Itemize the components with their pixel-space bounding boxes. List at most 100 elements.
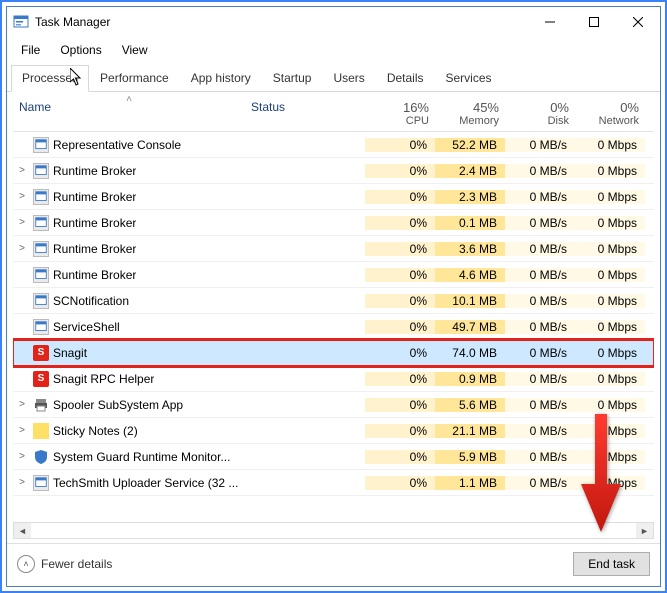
sort-indicator-icon: ˄ [126,94,132,105]
process-icon [33,449,49,465]
close-button[interactable] [616,7,660,37]
process-cpu: 0% [365,268,435,282]
col-disk[interactable]: 0% Disk [505,96,575,131]
process-disk: 0 MB/s [505,164,575,178]
process-name: System Guard Runtime Monitor... [53,450,230,464]
table-body: Representative Console0%52.2 MB0 MB/s0 M… [13,132,654,518]
process-disk: 0 MB/s [505,138,575,152]
process-network: 0 Mbps [575,424,645,438]
scroll-right-icon[interactable]: ► [636,523,653,538]
process-network: 0 Mbps [575,372,645,386]
process-memory: 0.1 MB [435,216,505,230]
process-name: Sticky Notes (2) [53,424,138,438]
tab-services[interactable]: Services [435,65,503,92]
process-memory: 74.0 MB [435,346,505,360]
expand-toggle-icon[interactable]: > [15,451,29,462]
table-row[interactable]: >Spooler SubSystem App0%5.6 MB0 MB/s0 Mb… [13,392,654,418]
tab-apphistory[interactable]: App history [180,65,262,92]
process-network: 0 Mbps [575,294,645,308]
process-network: 0 Mbps [575,398,645,412]
process-icon [33,215,49,231]
table-row[interactable]: SCNotification0%10.1 MB0 MB/s0 Mbps [13,288,654,314]
process-name: Runtime Broker [53,216,136,230]
table-row[interactable]: > Sticky Notes (2) 0%21.1 MB0 MB/s0 Mbps [13,418,654,444]
window-title: Task Manager [35,15,110,29]
end-task-button[interactable]: End task [573,552,650,576]
process-memory: 49.7 MB [435,320,505,334]
process-memory: 4.6 MB [435,268,505,282]
process-memory: 2.4 MB [435,164,505,178]
process-network: 0 Mbps [575,164,645,178]
table-row[interactable]: >System Guard Runtime Monitor...0%5.9 MB… [13,444,654,470]
expand-toggle-icon[interactable]: > [15,191,29,202]
footer: ˄ Fewer details End task [7,543,660,586]
expand-toggle-icon[interactable]: > [15,217,29,228]
expand-toggle-icon[interactable]: > [15,477,29,488]
process-cpu: 0% [365,476,435,490]
process-disk: 0 MB/s [505,268,575,282]
process-icon [33,475,49,491]
process-network: 0 Mbps [575,320,645,334]
minimize-button[interactable] [528,7,572,37]
tab-users[interactable]: Users [322,65,375,92]
table-row[interactable]: >TechSmith Uploader Service (32 ...0%1.1… [13,470,654,496]
process-memory: 0.9 MB [435,372,505,386]
expand-toggle-icon[interactable]: > [15,165,29,176]
process-network: 0 Mbps [575,268,645,282]
process-icon [33,241,49,257]
process-disk: 0 MB/s [505,424,575,438]
table-row[interactable]: >Runtime Broker0%3.6 MB0 MB/s0 Mbps [13,236,654,262]
process-name: Runtime Broker [53,190,136,204]
process-cpu: 0% [365,138,435,152]
table-row[interactable]: ServiceShell0%49.7 MB0 MB/s0 Mbps [13,314,654,340]
process-memory: 10.1 MB [435,294,505,308]
maximize-button[interactable] [572,7,616,37]
process-disk: 0 MB/s [505,294,575,308]
col-status[interactable]: Status [245,96,365,131]
process-icon [33,189,49,205]
tab-processes[interactable]: Processes [11,65,89,92]
tab-details[interactable]: Details [376,65,435,92]
titlebar: Task Manager [7,7,660,37]
menu-file[interactable]: File [11,39,50,61]
process-cpu: 0% [365,294,435,308]
table-row[interactable]: Snagit RPC Helper0%0.9 MB0 MB/s0 Mbps [13,366,654,392]
col-memory[interactable]: 45% Memory [435,96,505,131]
process-icon [33,345,49,361]
process-cpu: 0% [365,346,435,360]
table-row[interactable]: >Runtime Broker0%2.3 MB0 MB/s0 Mbps [13,184,654,210]
process-name: ServiceShell [53,320,120,334]
expand-toggle-icon[interactable]: > [15,425,29,436]
menubar: File Options View [7,37,660,64]
menu-options[interactable]: Options [50,39,111,61]
process-cpu: 0% [365,398,435,412]
expand-toggle-icon[interactable]: > [15,243,29,254]
process-disk: 0 MB/s [505,398,575,412]
menu-view[interactable]: View [112,39,158,61]
process-memory: 52.2 MB [435,138,505,152]
table-row[interactable]: >Runtime Broker0%2.4 MB0 MB/s0 Mbps [13,158,654,184]
process-icon [33,293,49,309]
expand-toggle-icon[interactable]: > [15,399,29,410]
table-row[interactable]: Runtime Broker0%4.6 MB0 MB/s0 Mbps [13,262,654,288]
process-cpu: 0% [365,424,435,438]
process-memory: 21.1 MB [435,424,505,438]
horizontal-scrollbar[interactable]: ◄ ► [13,522,654,539]
col-name[interactable]: ˄ Name [13,96,245,131]
col-cpu[interactable]: 16% CPU [365,96,435,131]
process-network: Mbps [575,476,645,490]
process-cpu: 0% [365,372,435,386]
process-memory: 3.6 MB [435,242,505,256]
process-cpu: 0% [365,190,435,204]
fewer-details-toggle[interactable]: ˄ Fewer details [17,555,112,573]
col-network[interactable]: 0% Network [575,96,645,131]
table-row[interactable]: Representative Console0%52.2 MB0 MB/s0 M… [13,132,654,158]
table-row[interactable]: Snagit0%74.0 MB0 MB/s0 Mbps [13,340,654,366]
table-row[interactable]: >Runtime Broker0%0.1 MB0 MB/s0 Mbps [13,210,654,236]
process-disk: 0 MB/s [505,346,575,360]
tab-performance[interactable]: Performance [89,65,180,92]
scroll-left-icon[interactable]: ◄ [14,523,31,538]
tab-startup[interactable]: Startup [262,65,323,92]
process-cpu: 0% [365,242,435,256]
process-name: Runtime Broker [53,242,136,256]
